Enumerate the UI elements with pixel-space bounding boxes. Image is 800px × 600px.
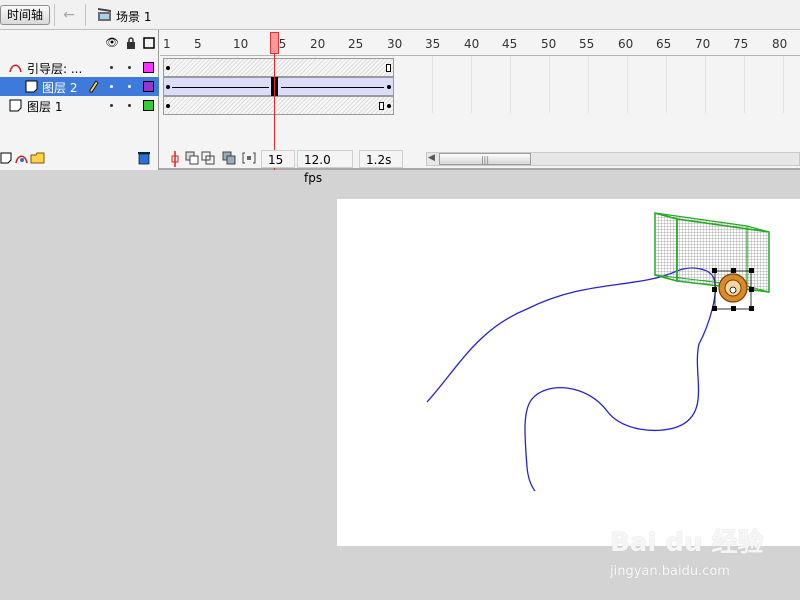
pencil-icon xyxy=(89,80,99,93)
outline-icon[interactable] xyxy=(142,37,156,49)
ruler-label: 65 xyxy=(656,37,672,51)
eye-icon[interactable]: 👁 xyxy=(105,37,119,49)
layer-row-guide[interactable]: 引导层: ... xyxy=(0,58,159,77)
new-folder-icon[interactable] xyxy=(30,151,46,165)
goal-net xyxy=(654,212,770,293)
layer-tools xyxy=(0,148,159,170)
toolbar-separator xyxy=(54,4,55,26)
frame-rate-field[interactable]: 12.0 fps xyxy=(297,150,353,185)
layer-color-swatch[interactable] xyxy=(143,100,154,111)
layer-name: 图层 1 xyxy=(27,100,63,114)
tween-arrow xyxy=(281,87,384,88)
keyframe-dot[interactable] xyxy=(387,104,391,108)
layer-color-swatch[interactable] xyxy=(143,62,154,73)
layer-header: 👁 xyxy=(0,30,159,56)
lock-dot[interactable] xyxy=(128,85,131,88)
add-motion-guide-icon[interactable] xyxy=(14,151,30,165)
frame-area[interactable]: 1 5 10 15 20 25 30 35 40 45 50 55 60 65 … xyxy=(160,30,800,185)
timeline-scrollbar[interactable]: ◀ ||| xyxy=(426,152,800,166)
ruler-label: 25 xyxy=(348,37,364,51)
layer2-tween-frames[interactable] xyxy=(163,77,394,96)
stage-artwork[interactable] xyxy=(337,199,800,546)
watermark-logo-text: Bai du 经验 xyxy=(610,528,764,558)
layer-name: 图层 2 xyxy=(42,81,78,95)
keyframe-dot[interactable] xyxy=(166,66,170,70)
timeline-status-bar: 15 12.0 fps 1.2s ◀ ||| xyxy=(160,148,800,185)
scrollbar-thumb[interactable]: ||| xyxy=(439,153,531,165)
ruler-label: 35 xyxy=(425,37,441,51)
motion-guide-path[interactable] xyxy=(426,267,716,492)
ruler-label: 80 xyxy=(772,37,788,51)
timeline-toggle-button[interactable]: 时间轴 xyxy=(0,5,50,25)
clapperboard-icon xyxy=(98,8,111,21)
ruler-label: 60 xyxy=(618,37,634,51)
timeline-toolbar: 时间轴 ← 场景 1 xyxy=(0,0,800,30)
stage-canvas[interactable] xyxy=(337,199,800,546)
scroll-left-arrow-icon[interactable]: ◀ xyxy=(428,153,435,163)
layer1-frames[interactable] xyxy=(163,96,394,115)
layer-icon xyxy=(25,80,38,93)
onion-skin-outlines-icon[interactable] xyxy=(201,151,215,165)
back-arrow-icon[interactable]: ← xyxy=(61,7,77,23)
watermark-url: jingyan.baidu.com xyxy=(610,564,730,579)
edit-multiple-frames-icon[interactable] xyxy=(222,151,236,165)
keyframe-dot[interactable] xyxy=(166,85,170,89)
keyframe-dot[interactable] xyxy=(387,85,391,89)
layer-icon xyxy=(9,99,22,112)
ruler-label: 20 xyxy=(310,37,326,51)
ruler-label: 5 xyxy=(194,37,202,51)
visibility-dot[interactable] xyxy=(110,66,113,69)
visibility-dot[interactable] xyxy=(110,104,113,107)
guide-layer-icon xyxy=(9,64,22,73)
current-frame-field: 15 xyxy=(261,150,295,168)
ruler-label: 50 xyxy=(541,37,557,51)
onion-skin-icon[interactable] xyxy=(185,151,199,165)
lock-dot[interactable] xyxy=(128,66,131,69)
end-frame-marker[interactable] xyxy=(379,102,384,110)
frame-ruler[interactable]: 1 5 10 15 20 25 30 35 40 45 50 55 60 65 … xyxy=(160,30,800,56)
visibility-dot[interactable] xyxy=(110,85,113,88)
baidu-watermark: Bai du 经验 jingyan.baidu.com xyxy=(610,512,790,582)
lock-dot[interactable] xyxy=(128,104,131,107)
scene-name[interactable]: 场景 1 xyxy=(116,8,151,25)
center-frame-icon[interactable] xyxy=(170,151,180,167)
delete-layer-icon[interactable] xyxy=(136,151,152,165)
ruler-label: 75 xyxy=(733,37,749,51)
playhead[interactable] xyxy=(270,32,279,54)
tween-arrow xyxy=(172,87,269,88)
layer-row-layer1[interactable]: 图层 1 xyxy=(0,96,159,115)
ruler-label: 1 xyxy=(163,37,171,51)
layer-name: 引导层: ... xyxy=(27,62,83,76)
ruler-label: 70 xyxy=(695,37,711,51)
ruler-label: 40 xyxy=(464,37,480,51)
ruler-label: 55 xyxy=(579,37,595,51)
lock-icon[interactable] xyxy=(124,37,138,49)
layer-color-swatch[interactable] xyxy=(143,81,154,92)
layer-row-layer2[interactable]: 图层 2 xyxy=(0,77,159,96)
timeline-panel: 👁 引导层: ... 图层 2 图层 1 1 5 10 20 25 30 35 … xyxy=(0,30,800,185)
ruler-label: 45 xyxy=(502,37,518,51)
keyframe-dot[interactable] xyxy=(166,104,170,108)
elapsed-time-field: 1.2s xyxy=(359,150,403,168)
toolbar-separator xyxy=(85,4,86,26)
guide-layer-frames[interactable] xyxy=(163,58,394,77)
end-frame-marker[interactable] xyxy=(386,64,391,72)
ruler-label: 10 xyxy=(233,37,249,51)
ruler-label: 30 xyxy=(387,37,403,51)
modify-onion-markers-icon[interactable] xyxy=(242,151,256,165)
layer-list: 👁 引导层: ... 图层 2 图层 1 xyxy=(0,30,159,170)
